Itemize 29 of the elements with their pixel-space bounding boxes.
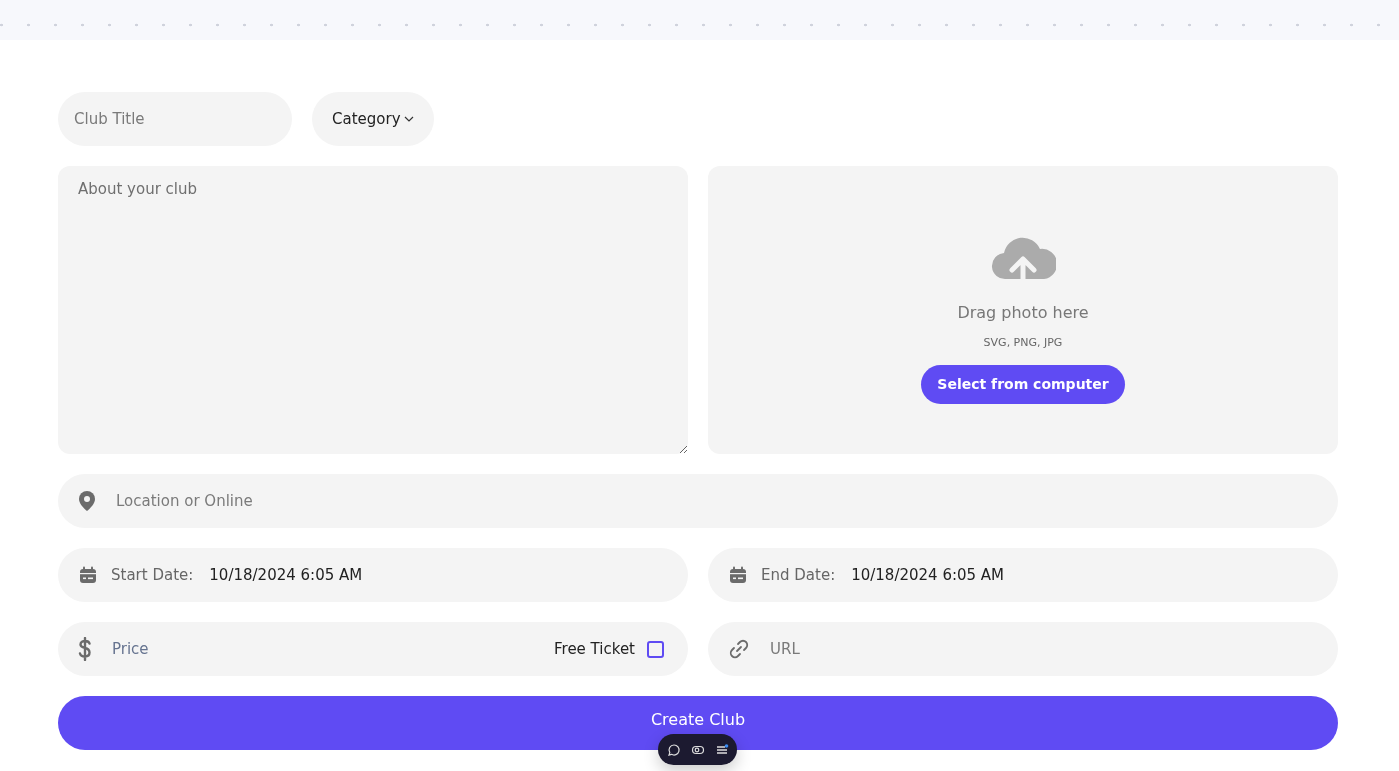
url-input[interactable]: URL xyxy=(768,639,1318,659)
upload-hint: Drag photo here xyxy=(957,302,1089,322)
link-icon xyxy=(728,638,750,660)
date-value: 10/18/2024 6:05 AM xyxy=(209,566,363,584)
location-field[interactable]: Location or Online xyxy=(58,474,1338,528)
calendar-icon xyxy=(78,565,98,585)
date-label: End Date: xyxy=(761,566,836,584)
menu-icon[interactable] xyxy=(714,742,729,757)
club-title-field[interactable]: Club Title xyxy=(58,92,292,146)
price-field[interactable]: Price Free Ticket xyxy=(58,622,688,676)
dollar-icon xyxy=(78,637,92,661)
location-pin-icon xyxy=(78,490,96,512)
free-ticket-checkbox[interactable] xyxy=(647,640,664,658)
price-input[interactable]: Price xyxy=(110,639,554,659)
chat-bubble-icon[interactable] xyxy=(666,742,681,757)
file-formats: SVG, PNG, JPG xyxy=(983,335,1063,349)
free-ticket-label: Free Ticket xyxy=(554,640,635,658)
create-club-button[interactable]: Create Club xyxy=(58,696,1338,750)
select-from-computer-button[interactable]: Select from computer xyxy=(921,364,1125,404)
category-dropdown[interactable]: Category xyxy=(312,92,434,146)
location-input[interactable]: Location or Online xyxy=(114,491,1318,511)
calendar-icon xyxy=(728,565,748,585)
date-field[interactable]: End Date: 10/18/2024 6:05 AM xyxy=(708,548,1338,602)
url-field[interactable]: URL xyxy=(708,622,1338,676)
chevron-down-icon xyxy=(403,116,414,122)
about-field[interactable]: About your club xyxy=(58,166,688,454)
date-value: 10/18/2024 6:05 AM xyxy=(851,566,1005,584)
date-field[interactable]: Start Date: 10/18/2024 6:05 AM xyxy=(58,548,688,602)
date-label: Start Date: xyxy=(111,566,194,584)
